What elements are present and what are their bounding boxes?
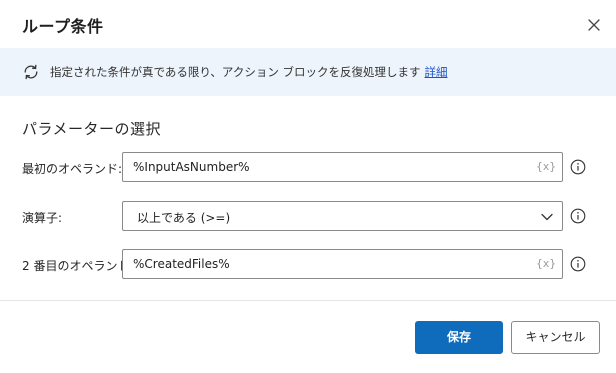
first-operand-field[interactable]: %InputAsNumber% {x} — [122, 152, 563, 182]
dialog-title: ループ条件 — [22, 17, 104, 36]
operator-help-icon[interactable] — [570, 208, 586, 224]
first-operand-label: 最初のオペランド: — [22, 162, 123, 176]
cancel-button[interactable]: キャンセル — [511, 321, 600, 354]
save-button[interactable]: 保存 — [415, 321, 503, 354]
second-operand-field[interactable]: %CreatedFiles% {x} — [122, 249, 563, 279]
details-link[interactable]: 詳細 — [425, 65, 448, 79]
second-operand-label: 2 番目のオペランド: — [22, 259, 134, 273]
loop-icon — [24, 64, 38, 80]
chevron-down-icon — [541, 213, 553, 221]
variable-picker-icon[interactable]: {x} — [536, 160, 556, 173]
operator-select[interactable]: 以上である (>=) — [122, 201, 563, 231]
info-banner: 指定された条件が真である限り、アクション ブロックを反復処理します 詳細 — [0, 48, 616, 96]
section-title: パラメーターの選択 — [22, 120, 162, 138]
info-description: 指定された条件が真である限り、アクション ブロックを反復処理します — [50, 65, 421, 79]
close-button[interactable] — [583, 14, 605, 36]
first-operand-help-icon[interactable] — [570, 159, 586, 175]
first-operand-value: %InputAsNumber% — [133, 160, 250, 174]
second-operand-value: %CreatedFiles% — [133, 257, 230, 271]
info-text: 指定された条件が真である限り、アクション ブロックを反復処理します 詳細 — [50, 64, 448, 80]
footer-divider — [0, 300, 616, 301]
operator-label: 演算子: — [22, 211, 63, 225]
second-operand-help-icon[interactable] — [570, 256, 586, 272]
close-icon — [588, 19, 600, 31]
loop-condition-dialog: ループ条件 指定された条件が真である限り、アクション ブロックを反復処理します詳… — [0, 0, 616, 373]
operator-value: 以上である (>=) — [137, 211, 231, 225]
variable-picker-icon[interactable]: {x} — [536, 257, 556, 270]
